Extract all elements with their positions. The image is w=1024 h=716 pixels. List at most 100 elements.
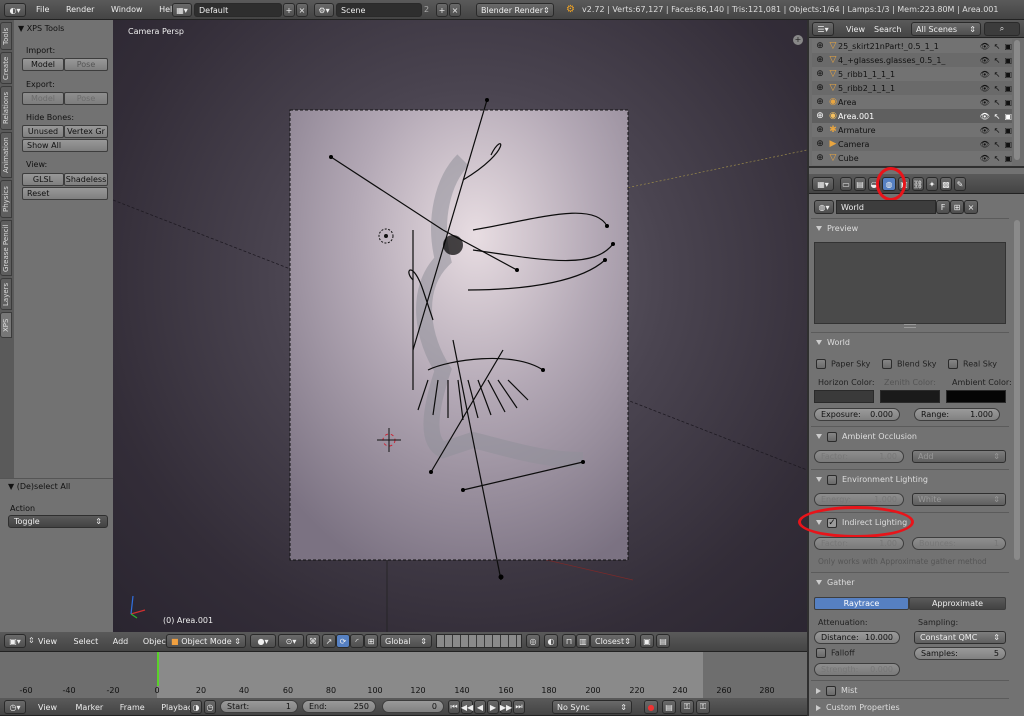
remove-layout-button[interactable]: × <box>296 3 308 17</box>
remove-scene-button[interactable]: × <box>449 3 461 17</box>
strength-field[interactable]: Strength: 0.000 <box>814 663 900 676</box>
properties-scrollbar[interactable] <box>1014 220 1020 560</box>
scale-manipulator[interactable]: ◜ <box>350 634 364 648</box>
visibility-eye-icon[interactable]: 👁 <box>980 140 990 149</box>
snap-target-select[interactable]: Closest ⇕ <box>590 634 636 648</box>
next-key-icon[interactable]: ▶▶ <box>500 700 512 714</box>
render-layers-tab-icon[interactable]: ▤ <box>854 177 866 191</box>
indirect-factor-field[interactable]: Factor: 1.00 <box>814 537 904 550</box>
lock-layers-button[interactable]: ◎ <box>526 634 540 648</box>
render-camera-icon[interactable]: ▣ <box>1004 70 1012 79</box>
properties-editor-type-button[interactable]: ▦▾ <box>812 177 834 191</box>
outliner-search-input[interactable]: ⌕ <box>984 22 1020 36</box>
select-arrow-icon[interactable]: ↖ <box>994 126 1001 135</box>
menu-select[interactable]: Select <box>74 637 99 646</box>
falloff-checkbox[interactable]: Falloff <box>816 648 855 658</box>
mode-select[interactable]: ■ Object Mode ⇕ <box>166 634 246 648</box>
tab-create[interactable]: Create <box>0 52 12 84</box>
outliner-row-area[interactable]: ⊕ ◉ Area 👁 ↖ ▣ <box>812 95 1012 109</box>
render-camera-icon[interactable]: ▣ <box>1004 56 1012 65</box>
reset-view-button[interactable]: Reset <box>22 187 108 200</box>
record-button[interactable]: ● <box>644 700 658 714</box>
outliner-menu-view[interactable]: View <box>846 25 865 34</box>
select-arrow-icon[interactable]: ↖ <box>994 140 1001 149</box>
opengl-anim-button[interactable]: ▤ <box>656 634 670 648</box>
unlink-world-button[interactable]: × <box>964 200 978 214</box>
zenith-color-swatch[interactable] <box>880 390 940 403</box>
env-checkbox[interactable] <box>827 474 837 485</box>
sync-select[interactable]: No Sync ⇕ <box>552 700 632 714</box>
outliner-row-camera[interactable]: ⊕ ▶ Camera 👁 ↖ ▣ <box>812 137 1012 151</box>
keying-set-button[interactable]: ▤ <box>662 700 676 714</box>
jump-start-icon[interactable]: ⏮ <box>448 700 460 714</box>
scene-field[interactable]: Scene <box>336 3 422 17</box>
preview-range-toggle[interactable]: ◑ <box>190 700 202 714</box>
tab-physics[interactable]: Physics <box>0 180 12 218</box>
menu-object[interactable]: Object <box>143 637 169 646</box>
timeline-editor-type-button[interactable]: ◷▾ <box>4 700 26 714</box>
blend-sky-checkbox[interactable]: Blend Sky <box>882 359 936 369</box>
select-arrow-icon[interactable]: ↖ <box>994 112 1001 121</box>
render-camera-icon[interactable]: ▣ <box>1004 140 1012 149</box>
render-engine-select[interactable]: Blender Render ⇕ <box>476 3 554 17</box>
editor-type-button[interactable]: ◐▾ <box>4 3 26 17</box>
operator-panel-header[interactable]: ▼ (De)select All <box>8 482 70 491</box>
tab-tools[interactable]: Tools <box>0 22 12 50</box>
outliner-row-area-001[interactable]: ⊕ ◉ Area.001 👁 ↖ ▣ <box>812 109 1012 123</box>
viewport-3d[interactable]: Camera Persp (0) Area.001 + <box>113 20 807 632</box>
outliner-row-cube[interactable]: ⊕ ▽ Cube 👁 ↖ ▣ <box>812 151 1012 165</box>
select-arrow-icon[interactable]: ↖ <box>994 42 1001 51</box>
fake-user-button[interactable]: F <box>936 200 950 214</box>
env-energy-field[interactable]: Energy: 1.000 <box>814 493 904 506</box>
viewport-editor-type-button[interactable]: ▣▾ <box>4 634 26 648</box>
action-select[interactable]: Toggle ⇕ <box>8 515 108 528</box>
preview-range-clock[interactable]: ◷ <box>204 700 216 714</box>
physics-tab-icon[interactable]: ✎ <box>954 177 966 191</box>
outliner-row-ribb1[interactable]: ⊕ ▽ 5_ribb1_1_1_1 👁 ↖ ▣ <box>812 67 1012 81</box>
outliner-row-armature[interactable]: ⊕ ✱ Armature 👁 ↖ ▣ <box>812 123 1012 137</box>
mist-checkbox[interactable] <box>826 685 836 696</box>
gather-panel-header[interactable]: Gather <box>811 572 1009 592</box>
hide-vertex-group-button[interactable]: Vertex Gr <box>64 125 108 138</box>
import-model-button[interactable]: Model <box>22 58 64 71</box>
raytrace-button[interactable]: Raytrace <box>814 597 909 610</box>
select-arrow-icon[interactable]: ↖ <box>994 56 1001 65</box>
bounces-field[interactable]: Bounces: 1 <box>912 537 1006 550</box>
display-mode-select[interactable]: All Scenes ⇕ <box>911 22 981 36</box>
visibility-eye-icon[interactable]: 👁 <box>980 56 990 65</box>
menu-view[interactable]: View <box>38 703 57 712</box>
world-browse-button[interactable]: ◍▾ <box>814 200 834 214</box>
export-model-button[interactable]: Model <box>22 92 64 105</box>
ambient-color-swatch[interactable] <box>946 390 1006 403</box>
tab-animation[interactable]: Animation <box>0 132 12 178</box>
import-pose-button[interactable]: Pose <box>64 58 108 71</box>
horizon-color-swatch[interactable] <box>814 390 874 403</box>
opengl-render-button[interactable]: ▣ <box>640 634 654 648</box>
select-arrow-icon[interactable]: ↖ <box>994 84 1001 93</box>
visibility-eye-icon[interactable]: 👁 <box>980 126 990 135</box>
scene-icon[interactable]: ⚙▾ <box>314 3 334 17</box>
menu-view[interactable]: View <box>38 637 57 646</box>
visibility-eye-icon[interactable]: 👁 <box>980 154 990 163</box>
rotate-manipulator[interactable]: ⟳ <box>336 634 350 648</box>
exposure-field[interactable]: Exposure: 0.000 <box>814 408 900 421</box>
ao-checkbox[interactable] <box>827 431 837 442</box>
world-name-field[interactable]: World <box>836 200 936 214</box>
ao-factor-field[interactable]: Factor: 1.00 <box>814 450 904 463</box>
screen-layout-icon[interactable]: ▦▾ <box>172 3 192 17</box>
screen-layout-field[interactable]: Default <box>194 3 282 17</box>
paper-sky-checkbox[interactable]: Paper Sky <box>816 359 870 369</box>
approximate-button[interactable]: Approximate <box>909 597 1006 610</box>
menu-window[interactable]: Window <box>111 5 143 14</box>
viewport-menu-toggle[interactable]: ⇕ <box>28 636 35 645</box>
outliner-scrollbar[interactable] <box>1014 40 1020 160</box>
play-reverse-icon[interactable]: ◀ <box>474 700 486 714</box>
play-icon[interactable]: ▶ <box>487 700 499 714</box>
menu-marker[interactable]: Marker <box>76 703 104 712</box>
current-frame-field[interactable]: 0 <box>382 700 444 713</box>
outliner-row-ribb2[interactable]: ⊕ ▽ 5_ribb2_1_1_1 👁 ↖ ▣ <box>812 81 1012 95</box>
hide-unused-button[interactable]: Unused <box>22 125 64 138</box>
menu-frame[interactable]: Frame <box>120 703 145 712</box>
ambient-occlusion-panel-header[interactable]: Ambient Occlusion <box>811 426 1009 446</box>
add-scene-button[interactable]: + <box>436 3 448 17</box>
